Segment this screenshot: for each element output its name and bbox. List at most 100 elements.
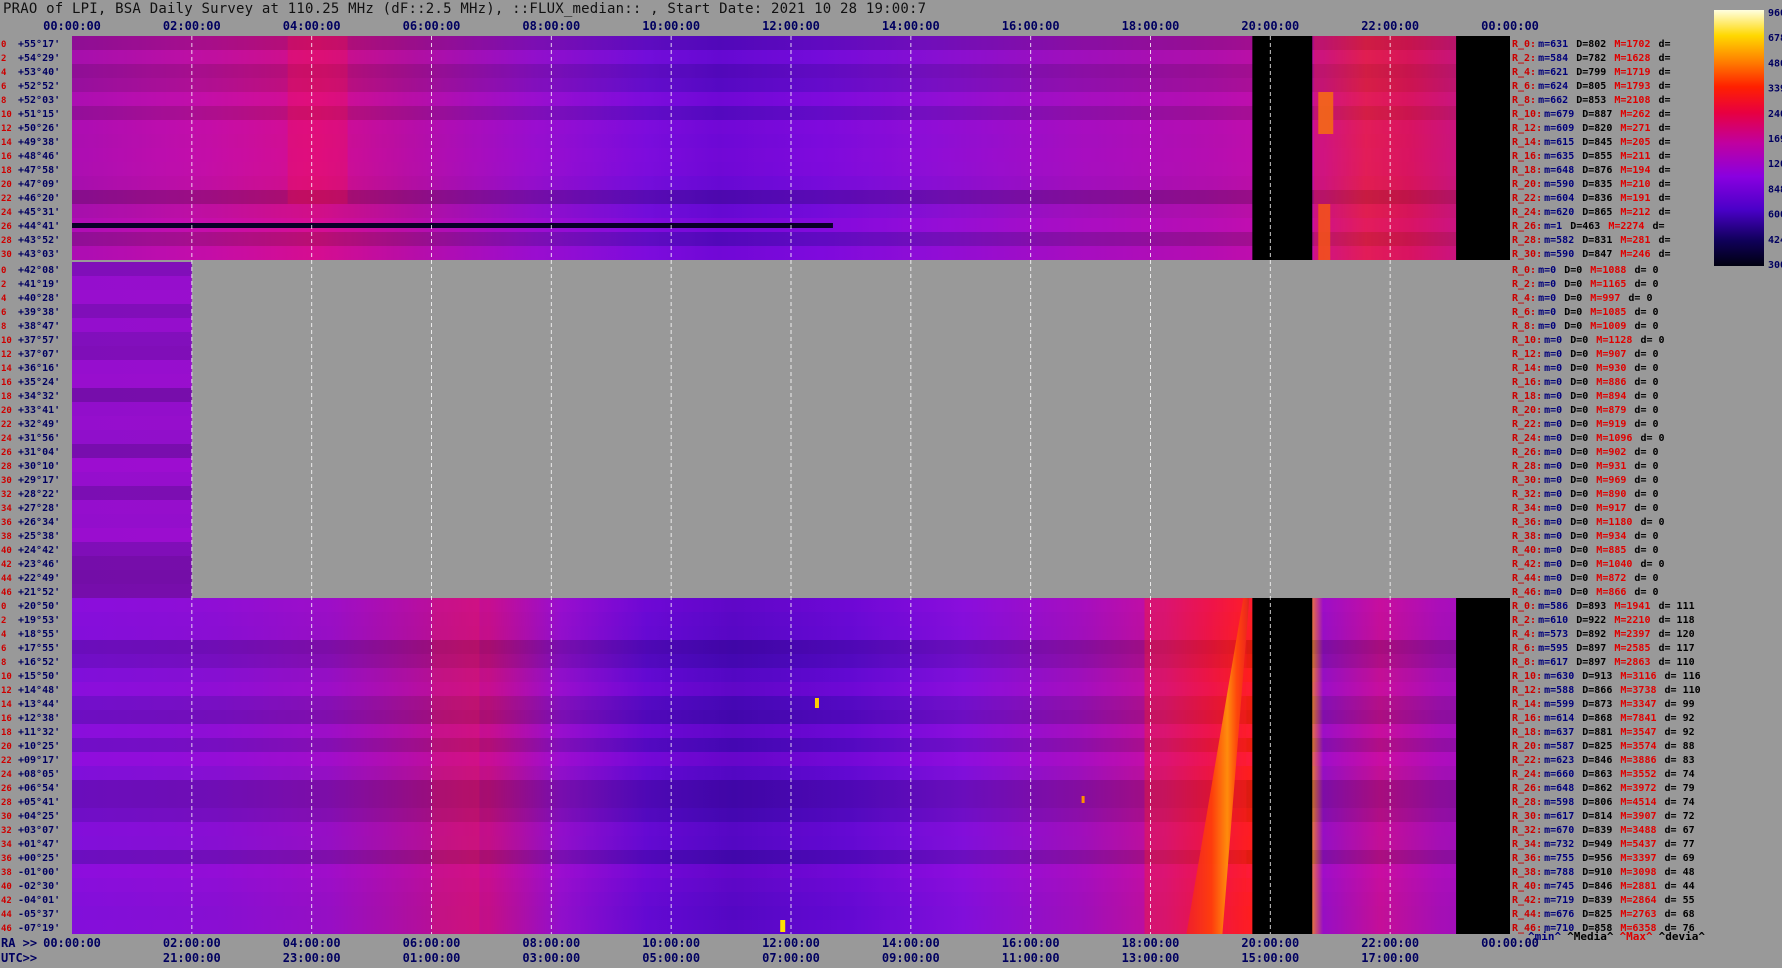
ra-axis-tick: 00:00:00 (43, 936, 101, 950)
bright-spot (814, 698, 819, 708)
beam-number: 22 (1, 420, 12, 430)
declination-label: +28°22' (18, 489, 60, 500)
stats-row: R_12: m=0 D=0 M=907 d= 0 (1512, 349, 1659, 360)
beam-number: 28 (1, 462, 12, 472)
stats-row: R_38: m=0 D=0 M=934 d= 0 (1512, 531, 1659, 542)
stats-row: R_0: m=631 D=802 M=1702 d= (1512, 39, 1671, 50)
declination-label: +31°04' (18, 447, 60, 458)
bright-spot (780, 920, 786, 932)
declination-label: +26°34' (18, 517, 60, 528)
declination-label: +00°25' (18, 853, 60, 864)
declination-label: +27°28' (18, 503, 60, 514)
stats-row: R_32: m=0 D=0 M=890 d= 0 (1512, 489, 1659, 500)
beam-number: 44 (1, 910, 12, 920)
beam-number: 10 (1, 110, 12, 120)
stats-row: R_8: m=617 D=897 M=2863 d= 110 (1512, 657, 1695, 668)
declination-label: -02°30' (18, 881, 60, 892)
colorbar-tick: 9600.0 (1768, 8, 1782, 19)
top-axis-tick: 02:00:00 (163, 19, 221, 33)
beam-stats-panel: R_0: m=631 D=802 M=1702 d= R_2: m=584 D=782… (1512, 39, 1705, 943)
beam-number: 40 (1, 546, 12, 556)
stats-row: R_36: m=755 D=956 M=3397 d= 69 (1512, 853, 1695, 864)
beam-number: 4 (1, 68, 7, 78)
colorbar-tick: 1697.1 (1768, 134, 1782, 145)
stats-row: R_28: m=598 D=806 M=4514 d= 74 (1512, 797, 1695, 808)
top-axis-tick: 00:00:00 (43, 19, 101, 33)
stats-row: R_28: m=582 D=831 M=281 d= (1512, 235, 1671, 246)
declination-label: +52°03' (18, 95, 60, 106)
ra-axis-tick: 22:00:00 (1361, 936, 1419, 950)
stats-row: R_2: m=584 D=782 M=1628 d= (1512, 53, 1671, 64)
beam-number: 32 (1, 490, 12, 500)
beam-number: 20 (1, 406, 12, 416)
beam-number: 6 (1, 82, 6, 92)
declination-label: +11°32' (18, 727, 60, 738)
beam-number: 14 (1, 364, 12, 374)
beam-number: 18 (1, 166, 12, 176)
stats-row: R_44: m=676 D=825 M=2763 d= 68 (1512, 909, 1695, 920)
beam-number: 4 (1, 294, 7, 304)
colorbar-tick: 2400.0 (1768, 109, 1782, 120)
declination-label: +43°52' (18, 235, 60, 246)
stats-row: R_20: m=590 D=835 M=210 d= (1512, 179, 1671, 190)
beam-number: 2 (1, 280, 6, 290)
utc-axis-tick: 21:00:00 (163, 951, 221, 965)
ra-axis-tick: 06:00:00 (403, 936, 461, 950)
declination-label: +01°47' (18, 839, 60, 850)
ra-axis-tick: 10:00:00 (642, 936, 700, 950)
bright-stripe (287, 36, 348, 204)
declination-label: +50°26' (18, 123, 60, 134)
beam-number: 38 (1, 532, 12, 542)
top-axis-tick: 18:00:00 (1122, 19, 1180, 33)
declination-label: +37°57' (18, 335, 60, 346)
stats-row: R_30: m=617 D=814 M=3907 d= 72 (1512, 811, 1695, 822)
colorbar-tick: 6788.2 (1768, 33, 1782, 44)
stats-row: R_20: m=587 D=825 M=3574 d= 88 (1512, 741, 1695, 752)
declination-label: -04°01' (18, 895, 60, 906)
declination-label: +36°16' (18, 363, 60, 374)
beam-number: 0 (1, 266, 6, 276)
beam-number: 34 (1, 504, 12, 514)
top-axis-tick: 20:00:00 (1241, 19, 1299, 33)
beam-number: 42 (1, 896, 12, 906)
utc-axis-tick: 01:00:00 (403, 951, 461, 965)
beam-number: 16 (1, 378, 12, 388)
colorbar-gradient (1714, 10, 1764, 266)
beam-number: 12 (1, 350, 12, 360)
beam-number: 12 (1, 124, 12, 134)
declination-label: +08°05' (18, 769, 60, 780)
top-axis-tick: 16:00:00 (1002, 19, 1060, 33)
stats-row: R_12: m=609 D=820 M=271 d= (1512, 123, 1671, 134)
beam-number: 30 (1, 812, 12, 822)
beam-number: 24 (1, 208, 12, 218)
beam-number: 24 (1, 434, 12, 444)
stats-row: R_14: m=615 D=845 M=205 d= (1512, 137, 1671, 148)
stats-row: R_34: m=0 D=0 M=917 d= 0 (1512, 503, 1659, 514)
stats-row: R_4: m=573 D=892 M=2397 d= 120 (1512, 629, 1695, 640)
masked-region (191, 262, 1510, 598)
beam-number: 2 (1, 616, 6, 626)
stats-row: R_24: m=620 D=865 M=212 d= (1512, 207, 1671, 218)
beam-number: 10 (1, 336, 12, 346)
beam-number: 26 (1, 222, 12, 232)
declination-label: +34°32' (18, 391, 60, 402)
stats-row: R_28: m=0 D=0 M=931 d= 0 (1512, 461, 1659, 472)
declination-label: +18°55' (18, 629, 60, 640)
stats-row: R_34: m=732 D=949 M=5437 d= 77 (1512, 839, 1695, 850)
stats-row: R_16: m=614 D=868 M=7841 d= 92 (1512, 713, 1695, 724)
bright-stripe (431, 598, 480, 934)
declination-label: +24°42' (18, 545, 60, 556)
beam-number: 36 (1, 854, 12, 864)
stats-row: R_26: m=648 D=862 M=3972 d= 79 (1512, 783, 1695, 794)
ra-axis-tick: 18:00:00 (1122, 936, 1180, 950)
ra-axis-prefix: RA >> (1, 936, 37, 950)
declination-label: +42°08' (18, 265, 60, 276)
beam-number: 40 (1, 882, 12, 892)
declination-label: +33°41' (18, 405, 60, 416)
declination-label: +55°17' (18, 39, 60, 50)
stats-row: R_8: m=662 D=853 M=2108 d= (1512, 95, 1671, 106)
beam-number: 8 (1, 322, 6, 332)
declination-label: +22°49' (18, 573, 60, 584)
ra-axis-tick: 04:00:00 (283, 936, 341, 950)
stats-row: R_10: m=0 D=0 M=1128 d= 0 (1512, 335, 1665, 346)
